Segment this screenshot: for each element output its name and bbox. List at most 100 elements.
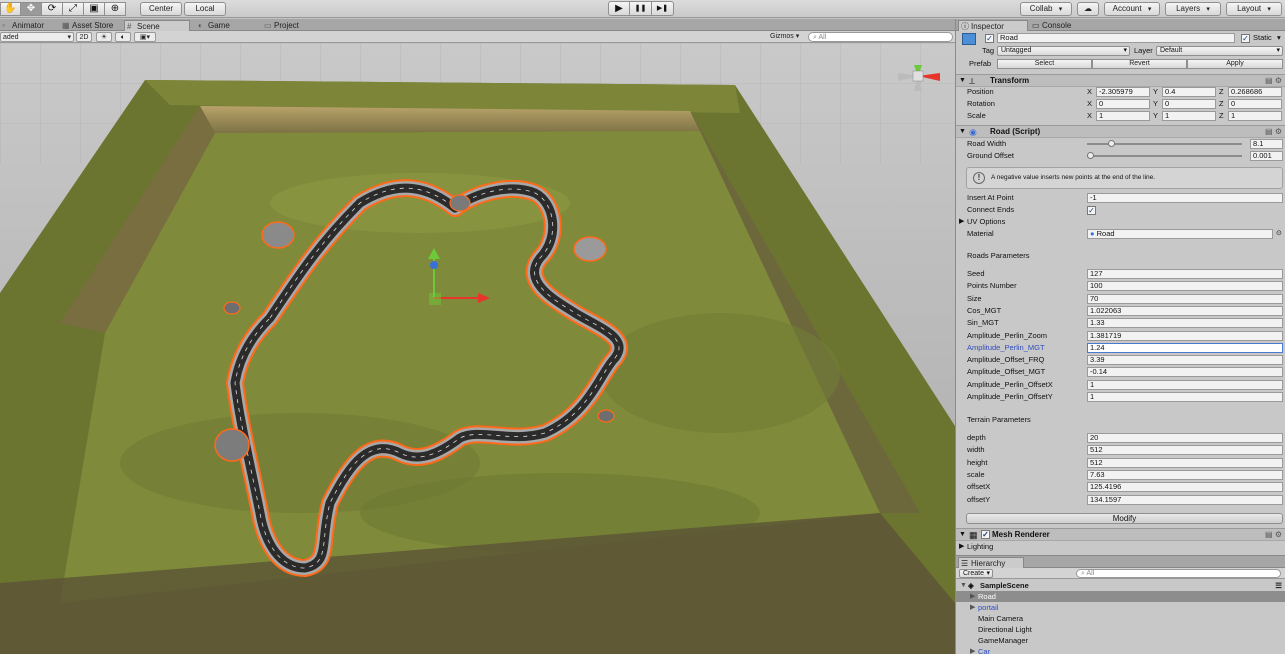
scene-menu-icon[interactable]: ☰ xyxy=(1275,580,1282,591)
tab-project[interactable]: ▭ Project xyxy=(262,20,320,31)
scale-tool-button[interactable]: ⤢ xyxy=(63,2,84,16)
scale-z-field[interactable]: 1 xyxy=(1228,111,1282,121)
tab-asset-store[interactable]: ▦ Asset Store xyxy=(60,20,122,31)
rock[interactable] xyxy=(223,301,241,315)
prefab-revert-button[interactable]: Revert xyxy=(1092,59,1187,69)
tag-dropdown[interactable]: Untagged xyxy=(997,46,1130,56)
param-value-field[interactable]: 1.33 xyxy=(1087,318,1283,329)
insert-at-point-field[interactable]: -1 xyxy=(1087,193,1283,203)
ground-offset-field[interactable]: 0.001 xyxy=(1250,151,1283,161)
rotation-z[interactable]: Z0 xyxy=(1219,99,1283,109)
position-y[interactable]: Y 0.4 xyxy=(1153,87,1217,97)
layout-dropdown[interactable]: Layout xyxy=(1226,2,1282,16)
mesh-renderer-header[interactable]: ▼ ▦ ✓ Mesh Renderer ▤ ⚙ xyxy=(956,528,1285,541)
gizmos-dropdown[interactable]: Gizmos ▾ xyxy=(770,32,805,42)
connect-ends-checkbox[interactable]: ✓ xyxy=(1087,206,1096,215)
hierarchy-item[interactable]: GameManager xyxy=(956,635,1285,646)
param-value-field[interactable]: 1.381719 xyxy=(1087,330,1283,341)
fold-arrow-icon[interactable]: ▶ xyxy=(959,216,964,228)
uv-options-row[interactable]: ▶ UV Options xyxy=(956,216,1285,228)
param-value-field[interactable]: 70 xyxy=(1087,293,1283,304)
param-value-field[interactable]: 20 xyxy=(1087,433,1283,443)
tab-animator[interactable]: ▫ Animator xyxy=(0,20,58,31)
param-value-field[interactable]: 127 xyxy=(1087,269,1283,279)
pivot-local-button[interactable]: Local xyxy=(184,2,226,16)
rock[interactable] xyxy=(261,221,295,249)
toggle-2d-button[interactable]: 2D xyxy=(76,32,92,42)
lighting-toggle[interactable]: ☀ xyxy=(96,32,112,42)
hierarchy-item[interactable]: ▶ portail xyxy=(956,602,1285,613)
move-tool-button[interactable]: ✥ xyxy=(21,2,42,16)
rotation-x[interactable]: X0 xyxy=(1087,99,1151,109)
position-x-field[interactable]: -2.305979 xyxy=(1096,87,1150,97)
position-x[interactable]: X -2.305979 xyxy=(1087,87,1151,97)
object-picker-icon[interactable]: ⊙ xyxy=(1276,228,1282,240)
hierarchy-item[interactable]: ▶ Car xyxy=(956,646,1285,654)
scale-y[interactable]: Y1 xyxy=(1153,111,1217,121)
scale-x-field[interactable]: 1 xyxy=(1096,111,1150,121)
prefab-select-button[interactable]: Select xyxy=(997,59,1092,69)
param-value-field[interactable]: 1 xyxy=(1087,379,1283,390)
rotation-y-field[interactable]: 0 xyxy=(1162,99,1216,109)
pause-button[interactable]: ❚❚ xyxy=(630,1,652,16)
layers-dropdown[interactable]: Layers xyxy=(1165,2,1221,16)
layer-dropdown[interactable]: Default xyxy=(1156,46,1283,56)
param-value-field[interactable]: -0.14 xyxy=(1087,367,1283,378)
component-menu-icon[interactable]: ▤ ⚙ xyxy=(1265,126,1282,138)
play-button[interactable]: ▶ xyxy=(608,1,630,16)
rotation-y[interactable]: Y0 xyxy=(1153,99,1217,109)
ground-offset-slider[interactable] xyxy=(1087,155,1242,157)
position-z-field[interactable]: 0.268686 xyxy=(1228,87,1282,97)
material-field[interactable]: ● Road xyxy=(1087,229,1273,239)
position-y-field[interactable]: 0.4 xyxy=(1162,87,1216,97)
hierarchy-search-input[interactable]: ⌕ All xyxy=(1076,569,1281,578)
tab-inspector[interactable]: ⓘ Inspector xyxy=(958,20,1028,31)
rotation-x-field[interactable]: 0 xyxy=(1096,99,1150,109)
mesh-renderer-checkbox[interactable]: ✓ xyxy=(981,530,990,539)
hierarchy-item[interactable]: Directional Light xyxy=(956,624,1285,635)
scene-view[interactable] xyxy=(0,43,955,654)
rotate-tool-button[interactable]: ⟳ xyxy=(42,2,63,16)
scene-viewport[interactable] xyxy=(0,43,955,654)
fold-arrow-icon[interactable]: ▼ xyxy=(959,529,966,541)
rect-tool-button[interactable]: ▣ xyxy=(84,2,105,16)
lighting-row[interactable]: ▶ Lighting xyxy=(956,541,1285,553)
param-value-field[interactable]: 7.63 xyxy=(1087,469,1283,480)
static-checkbox[interactable]: ✓ xyxy=(1241,34,1250,43)
rock[interactable] xyxy=(449,194,471,212)
param-value-field[interactable]: 125.4196 xyxy=(1087,482,1283,493)
step-button[interactable]: ▶❚ xyxy=(652,1,674,16)
scene-root-item[interactable]: ▼ ◈ SampleScene ☰ xyxy=(956,580,1285,591)
scale-z[interactable]: Z1 xyxy=(1219,111,1283,121)
hand-tool-button[interactable]: ✋ xyxy=(0,2,21,16)
prefab-apply-button[interactable]: Apply xyxy=(1187,59,1283,69)
param-value-field[interactable]: 134.1597 xyxy=(1087,494,1283,505)
chevron-down-icon[interactable]: ▾ xyxy=(1277,32,1281,44)
fold-arrow-icon[interactable]: ▶ xyxy=(970,646,975,654)
effects-dropdown[interactable]: ▣▾ xyxy=(134,32,156,42)
active-checkbox[interactable]: ✓ xyxy=(985,34,994,43)
pivot-center-button[interactable]: Center xyxy=(140,2,182,16)
param-value-field[interactable]: 512 xyxy=(1087,445,1283,456)
scale-x[interactable]: X1 xyxy=(1087,111,1151,121)
tab-game[interactable]: ◐ Game xyxy=(196,20,254,31)
collab-dropdown[interactable]: Collab xyxy=(1020,2,1072,16)
scale-y-field[interactable]: 1 xyxy=(1162,111,1216,121)
road-width-slider-knob[interactable] xyxy=(1108,140,1115,147)
road-script-header[interactable]: ▼ ◉ Road (Script) ▤ ⚙ xyxy=(956,125,1285,138)
fold-arrow-icon[interactable]: ▶ xyxy=(959,541,964,553)
fold-arrow-icon[interactable]: ▼ xyxy=(959,126,966,138)
scene-search-input[interactable]: ⌕ All xyxy=(808,32,953,42)
transform-tool-button[interactable]: ⊕ xyxy=(105,2,126,16)
fold-arrow-icon[interactable]: ▶ xyxy=(970,591,975,602)
param-value-field[interactable]: 3.39 xyxy=(1087,355,1283,366)
shading-mode-dropdown[interactable]: aded ▾ xyxy=(0,32,74,42)
param-value-field[interactable]: 1 xyxy=(1087,392,1283,402)
audio-toggle[interactable]: 🔈︎ xyxy=(115,32,131,42)
tab-console[interactable]: ▭ Console xyxy=(1030,20,1090,31)
fold-arrow-icon[interactable]: ▶ xyxy=(970,602,975,613)
fold-arrow-icon[interactable]: ▼ xyxy=(960,580,967,591)
param-value-field[interactable]: 1.022063 xyxy=(1087,305,1283,316)
object-name-input[interactable]: Road xyxy=(997,33,1235,43)
modify-button[interactable]: Modify xyxy=(966,513,1283,524)
